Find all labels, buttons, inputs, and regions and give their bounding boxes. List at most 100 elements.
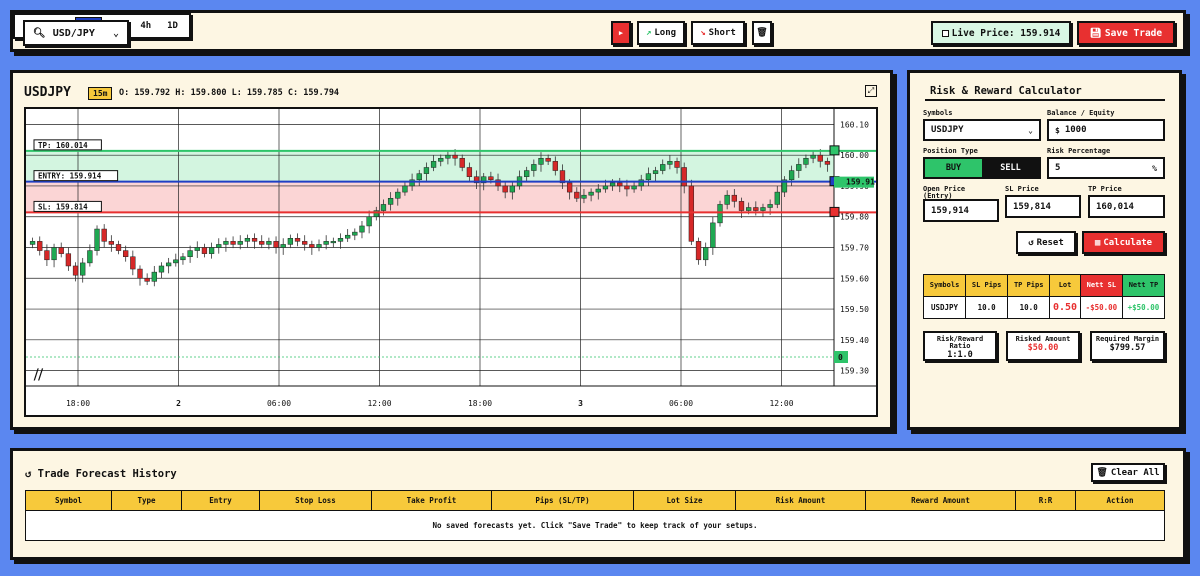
symbol-select[interactable]: 🔍︎ USD/JPY ⌄	[23, 20, 129, 46]
col-nett-sl: Nett SL	[1079, 274, 1123, 297]
candlestick-chart[interactable]: 160.10160.00159.90159.80159.70159.60159.…	[24, 107, 878, 417]
candle-body	[208, 247, 215, 254]
calculate-button[interactable]: ▦ Calculate	[1082, 231, 1165, 254]
short-label: Short	[708, 28, 736, 38]
candle-body	[366, 216, 372, 227]
y-tick-label: 159.50	[840, 305, 869, 314]
candle-body	[108, 241, 114, 245]
candle-body	[230, 241, 236, 245]
chart-panel: USDJPY 15m O: 159.792 H: 159.800 L: 159.…	[10, 70, 893, 430]
candle-body	[259, 241, 265, 245]
play-button[interactable]: ▶	[611, 21, 631, 45]
col-type: Type	[111, 490, 182, 511]
history-title: ↺ Trade Forecast History	[25, 468, 177, 480]
candle-body	[810, 154, 816, 159]
trend-down-icon: ↘	[700, 28, 706, 38]
risk-percentage-label: Risk Percentage	[1047, 147, 1111, 155]
x-tick-label: 18:00	[66, 399, 90, 408]
candle-body	[151, 271, 157, 282]
candle-body	[158, 265, 165, 273]
live-dot-icon	[941, 29, 949, 37]
candle-body	[323, 241, 329, 245]
candle-body	[423, 167, 430, 174]
col-symbols: Symbols	[922, 274, 967, 297]
col-action: Action	[1075, 490, 1165, 511]
delete-button[interactable]: 🗑︎	[752, 21, 772, 45]
candle-body	[44, 250, 50, 261]
balance-input[interactable]: $ 1000	[1047, 119, 1165, 141]
percent-sign: %	[1152, 163, 1157, 173]
candle-body	[631, 185, 637, 190]
candle-body	[380, 204, 387, 211]
col-nett-tp: Nett TP	[1121, 274, 1166, 297]
chart-svg: 160.10160.00159.90159.80159.70159.60159.…	[26, 109, 876, 408]
col-lot: Lot	[1049, 274, 1081, 297]
sl-price-input[interactable]: 159,814	[1005, 195, 1081, 218]
history-title-text: Trade Forecast History	[37, 468, 177, 480]
required-margin-card: Required Margin $799.57	[1090, 331, 1165, 361]
candle-body	[123, 250, 129, 257]
sl-handle	[829, 206, 840, 217]
candle-body	[703, 247, 709, 261]
candle-body	[416, 173, 422, 181]
candle-body	[180, 256, 186, 261]
candle-body	[824, 161, 831, 165]
save-trade-button[interactable]: 💾︎ Save Trade	[1077, 21, 1175, 45]
symbols-select[interactable]: USDJPY ⌄	[923, 119, 1041, 141]
fullscreen-icon[interactable]: ⤢	[865, 85, 877, 97]
long-button[interactable]: ↗ Long	[637, 21, 685, 45]
candle-body	[438, 157, 444, 162]
candle-body	[402, 185, 408, 193]
rr-ratio-value: 1:1.0	[947, 350, 973, 360]
short-button[interactable]: ↘ Short	[691, 21, 745, 45]
rr-ratio-label: Risk/Reward Ratio	[936, 335, 984, 350]
candle-body	[330, 241, 336, 244]
live-price-label: Live Price: 159.914	[951, 27, 1061, 39]
risked-amount-card: Risked Amount $50.00	[1006, 331, 1080, 361]
x-tick-label: 06:00	[267, 399, 291, 408]
open-price-input[interactable]: 159,914	[923, 199, 999, 222]
candle-body	[115, 244, 122, 251]
candle-body	[187, 250, 193, 257]
col-tp-pips: TP Pips	[1007, 274, 1051, 297]
candle-body	[624, 185, 630, 190]
tradingview-logo-icon: ⧸⧸	[33, 368, 43, 383]
y-tick-label: 159.80	[840, 213, 869, 222]
chart-timeframe-badge: 15m	[88, 87, 113, 100]
y-tick-label: 159.30	[840, 367, 869, 376]
position-type-label: Position Type	[923, 147, 978, 155]
candle-body	[796, 164, 802, 171]
candle-body	[488, 176, 494, 181]
tab-timeframe-1d[interactable]: 1D	[163, 18, 182, 34]
cell-tp-pips: 10.0	[1007, 296, 1051, 319]
candle-body	[58, 247, 64, 254]
risk-percentage-input[interactable]: 5 %	[1047, 157, 1165, 179]
candle-body	[316, 244, 322, 248]
tp-price-input[interactable]: 160,014	[1088, 195, 1165, 218]
table-header-row: Symbols SL Pips TP Pips Lot Nett SL Nett…	[922, 274, 1166, 297]
candle-body	[72, 265, 79, 276]
candle-body	[538, 157, 544, 165]
trash-icon: 🗑︎	[756, 28, 768, 38]
col-symbol: Symbol	[25, 490, 112, 511]
candle-body	[302, 241, 308, 245]
reset-button[interactable]: ↺ Reset	[1016, 231, 1076, 254]
symbols-label: Symbols	[923, 109, 953, 117]
sl-price-label: SL Price	[1005, 185, 1039, 193]
x-tick-label: 3	[578, 399, 583, 408]
buy-toggle[interactable]: BUY	[925, 159, 982, 177]
candle-body	[130, 256, 136, 270]
candle-body	[194, 247, 200, 251]
candle-body	[251, 238, 258, 242]
candle-body	[201, 247, 208, 254]
candle-body	[237, 241, 243, 245]
table-row: No saved forecasts yet. Click "Save Trad…	[25, 510, 1165, 541]
clear-all-button[interactable]: 🗑︎ Clear All	[1091, 463, 1165, 482]
candle-body	[738, 201, 745, 211]
col-take-profit: Take Profit	[371, 490, 492, 511]
tab-timeframe-4h[interactable]: 4h	[136, 18, 155, 34]
history-empty-message: No saved forecasts yet. Click "Save Trad…	[25, 510, 1165, 541]
sell-toggle[interactable]: SELL	[982, 159, 1039, 177]
x-tick-label: 12:00	[367, 399, 391, 408]
y-tick-label: 159.60	[840, 274, 869, 283]
